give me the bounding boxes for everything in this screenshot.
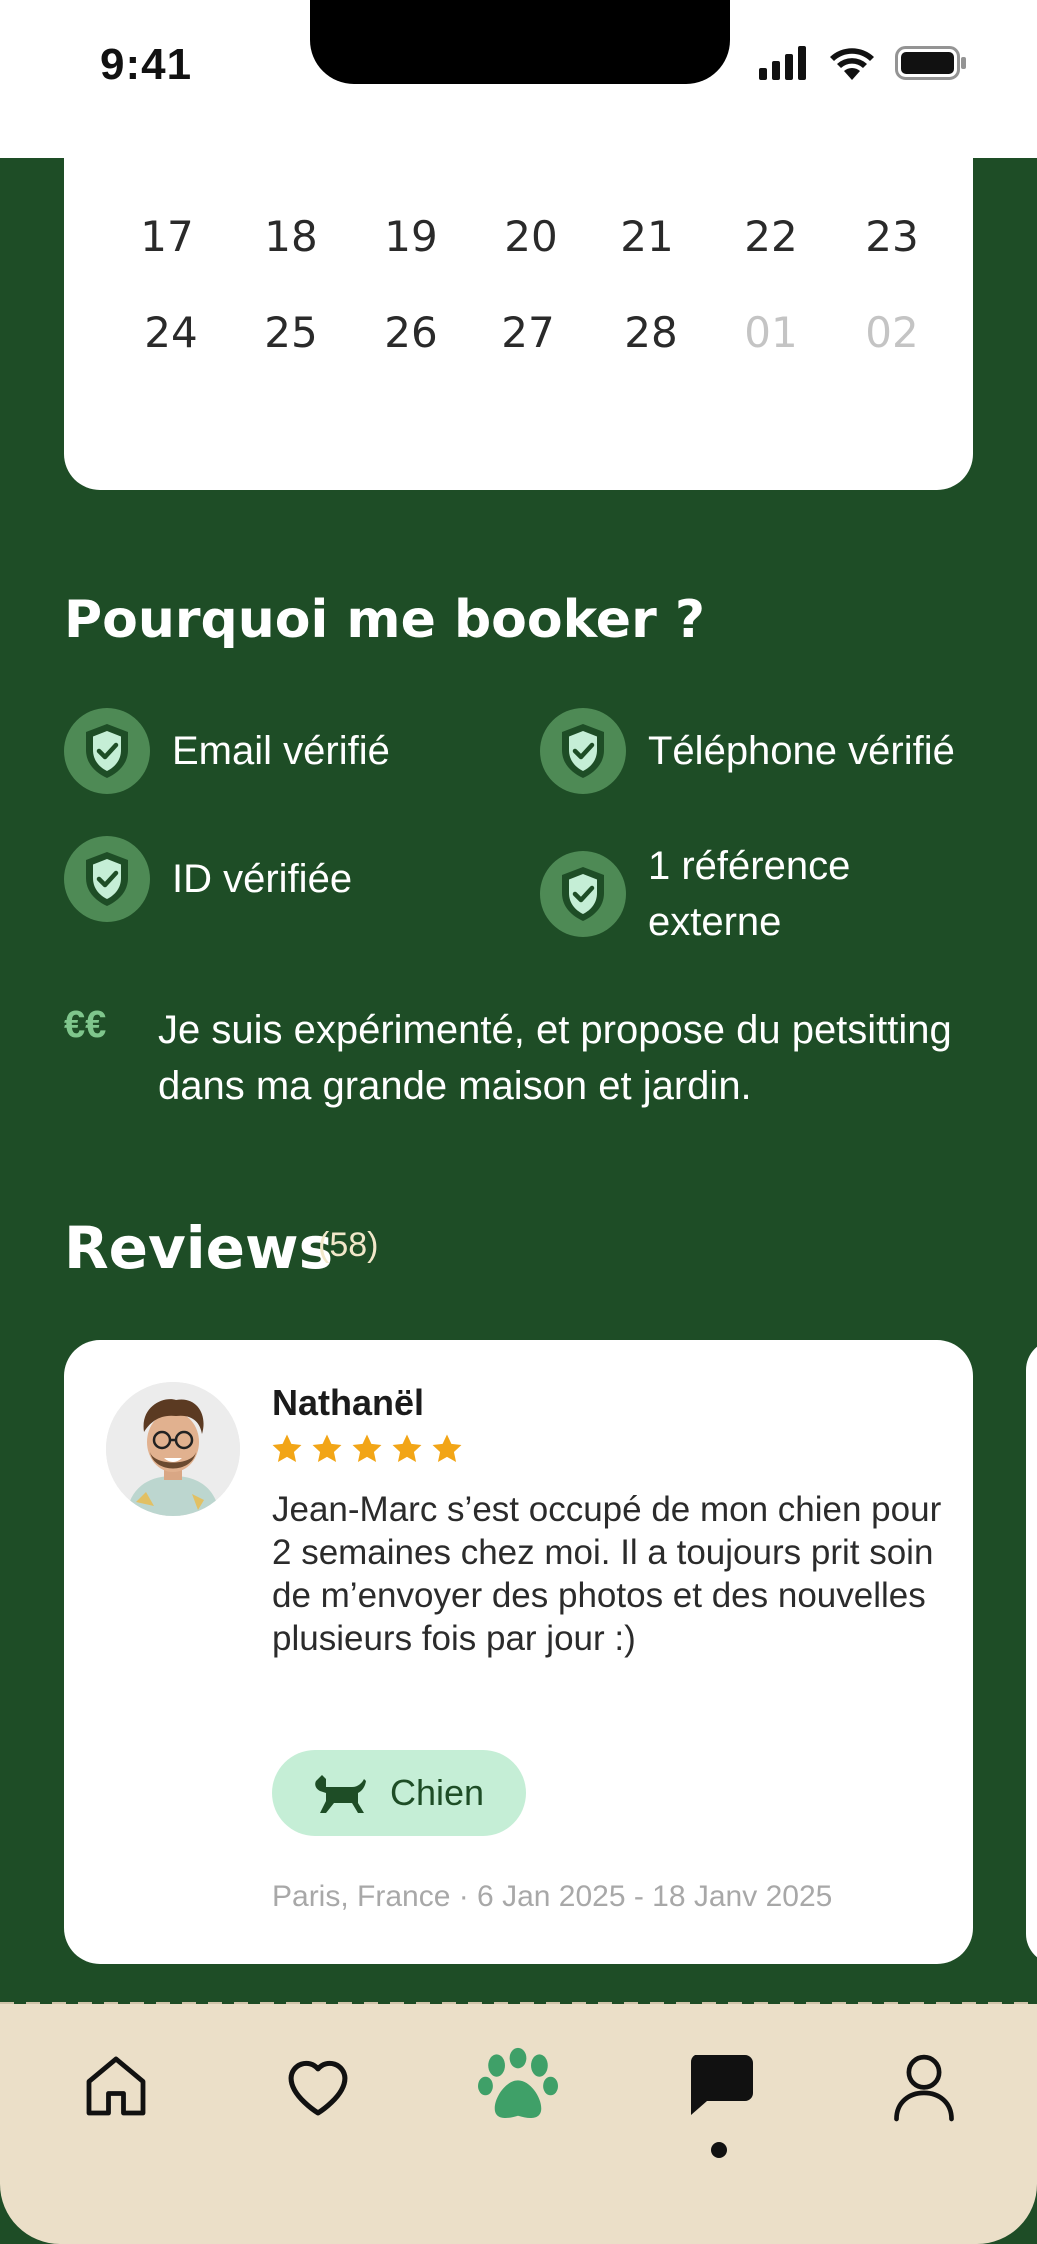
- rating-stars: [270, 1432, 464, 1466]
- calendar-day[interactable]: 24: [121, 308, 221, 357]
- status-time: 9:41: [100, 40, 193, 89]
- notch: [310, 0, 730, 84]
- paw-icon: [478, 2047, 558, 2118]
- chat-icon: [690, 2055, 753, 2115]
- pet-type-label: Chien: [390, 1772, 485, 1813]
- badge-label: 1 référence externe: [648, 844, 851, 944]
- reviewer-name: Nathanël: [272, 1382, 425, 1423]
- next-review-card[interactable]: [1026, 1340, 1037, 1964]
- calendar-week-row: 24 25 26 27 28 01 02: [64, 308, 973, 368]
- badge-email-verified: Email vérifié: [64, 708, 390, 794]
- nav-profile[interactable]: [884, 2046, 964, 2126]
- sitter-bio: Je suis expérimenté, et propose du petsi…: [158, 1008, 952, 1108]
- status-bar: 9:41: [0, 0, 1037, 158]
- star-icon: [432, 1434, 462, 1463]
- heart-icon: [288, 2060, 348, 2116]
- calendar-day[interactable]: 27: [478, 308, 578, 357]
- review-text: Jean-Marc s’est occupé de mon chien pour…: [272, 1490, 942, 1658]
- bottom-navigation: [0, 2004, 1037, 2244]
- badge-label: ID vérifiée: [172, 857, 353, 901]
- calendar-day[interactable]: 17: [117, 212, 217, 261]
- wifi-icon: [830, 48, 874, 80]
- dog-icon: [315, 1775, 366, 1813]
- nav-favorites[interactable]: [278, 2046, 358, 2126]
- badge-phone-verified: Téléphone vérifié: [540, 708, 955, 794]
- battery-icon: [895, 46, 966, 80]
- calendar-day-next-month: 02: [865, 308, 919, 357]
- star-icon: [272, 1434, 302, 1463]
- nav-messages[interactable]: [680, 2046, 760, 2126]
- calendar-day[interactable]: 22: [721, 212, 821, 261]
- home-icon: [86, 2056, 146, 2116]
- availability-calendar: 17 18 19 20 21 22 23 24 25 26 27 28 01 0…: [64, 100, 973, 490]
- signal-icon: [759, 46, 806, 80]
- calendar-day[interactable]: 23: [842, 212, 942, 261]
- calendar-day[interactable]: 21: [597, 212, 697, 261]
- status-icons: [759, 46, 967, 80]
- badge-label: Email vérifié: [172, 729, 390, 773]
- star-icon: [352, 1434, 382, 1463]
- calendar-day[interactable]: 26: [361, 308, 461, 357]
- calendar-week-row: 17 18 19 20 21 22 23: [64, 212, 973, 272]
- calendar-day[interactable]: 28: [601, 308, 701, 357]
- notification-dot: [711, 2142, 727, 2158]
- verified-shield-icon: [540, 851, 626, 937]
- badge-external-reference: 1 référence externe: [540, 838, 908, 950]
- star-icon: [312, 1434, 342, 1463]
- profile-icon: [894, 2054, 954, 2122]
- why-book-title: Pourquoi me booker ?: [64, 590, 705, 650]
- calendar-day-next-month: 01: [744, 308, 798, 357]
- badge-label: Téléphone vérifié: [648, 729, 955, 773]
- verified-shield-icon: [64, 836, 150, 922]
- calendar-day[interactable]: 18: [241, 212, 341, 261]
- review-card[interactable]: Nathanël Jean-Marc s’est occupé de mon c…: [64, 1340, 973, 1964]
- reviews-title: Reviews: [64, 1214, 334, 1282]
- calendar-day[interactable]: 20: [481, 212, 581, 261]
- verified-shield-icon: [64, 708, 150, 794]
- verified-shield-icon: [540, 708, 626, 794]
- nav-pets[interactable]: [478, 2046, 558, 2126]
- calendar-day[interactable]: 25: [241, 308, 341, 357]
- review-meta: Paris, France · 6 Jan 2025 - 18 Janv 202…: [272, 1880, 833, 1913]
- reviewer-avatar: [106, 1382, 240, 1516]
- badge-id-verified: ID vérifiée: [64, 836, 352, 922]
- reviews-count: (58): [318, 1226, 379, 1264]
- calendar-day[interactable]: 19: [361, 212, 461, 261]
- nav-home[interactable]: [76, 2046, 156, 2126]
- star-icon: [392, 1434, 422, 1463]
- pet-type-chip: Chien: [272, 1750, 526, 1836]
- price-level: €€: [64, 1004, 107, 1046]
